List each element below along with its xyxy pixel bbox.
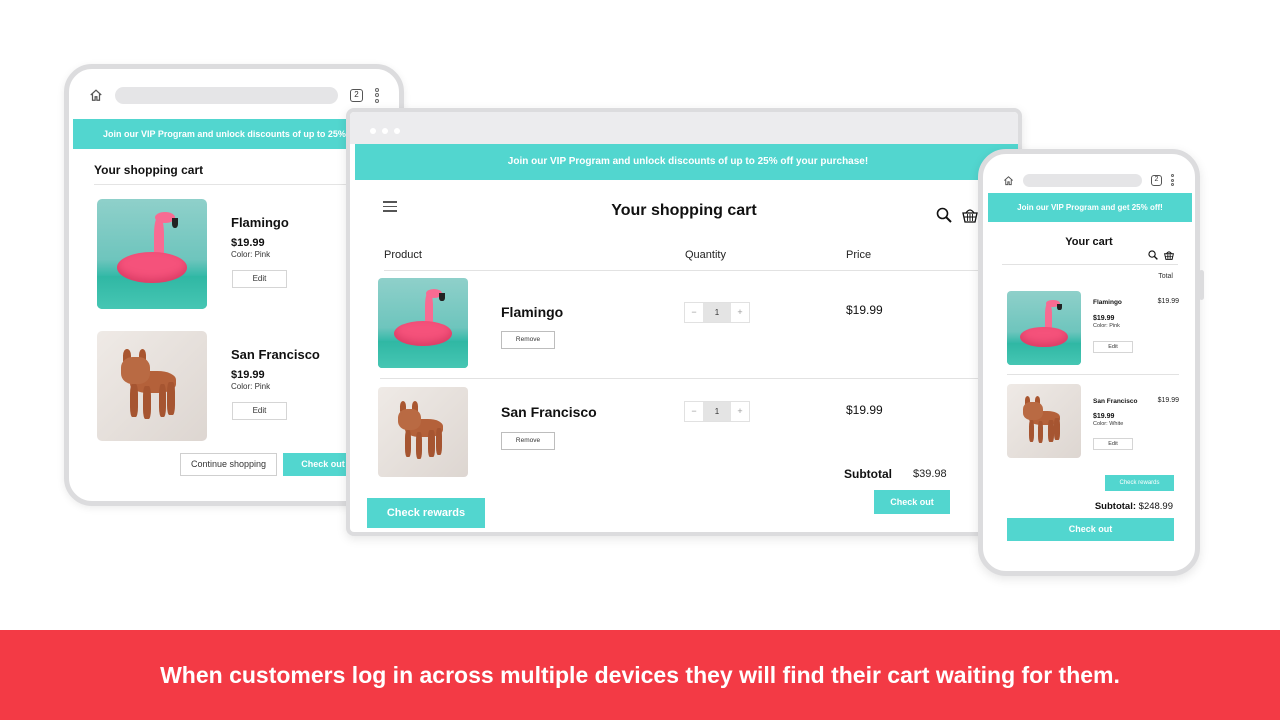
basket-icon[interactable] [1164,250,1174,260]
decrease-quantity-button[interactable]: − [685,303,703,322]
increase-quantity-button[interactable]: + [731,402,749,421]
basket-icon[interactable] [962,207,978,223]
vip-banner: Join our VIP Program and unlock discount… [355,144,1018,180]
cart-row: Flamingo Remove − 1 + $19.99 [378,278,1018,370]
product-color: Color: White [1093,421,1124,427]
cart-item: Flamingo $19.99 $19.99 Color: Pink Edit [1007,291,1179,365]
product-name: San Francisco [231,347,320,362]
edit-button[interactable]: Edit [232,270,287,288]
product-image-flamingo [1007,291,1081,365]
remove-button[interactable]: Remove [501,331,555,349]
line-total: $19.99 [1157,397,1179,404]
quantity-input[interactable]: 1 [703,402,731,421]
divider [380,378,1018,379]
phone-device: 2 Join our VIP Program and get 25% off! … [978,149,1200,576]
checkout-button[interactable]: Check out [1007,518,1174,541]
product-color: Color: Pink [231,382,271,391]
edit-button[interactable]: Edit [1093,341,1133,353]
product-name: San Francisco [1093,398,1138,405]
tabs-count-icon[interactable]: 2 [350,88,363,102]
quantity-input[interactable]: 1 [703,303,731,322]
tabs-count-icon[interactable]: 2 [1151,174,1162,186]
subtotal-value: $248.99 [1138,501,1173,512]
total-column-header: Total [1158,273,1173,280]
checkout-button[interactable]: Check out [874,490,950,514]
product-name: San Francisco [501,404,597,420]
cart-title: Your cart [1065,236,1113,248]
remove-button[interactable]: Remove [501,432,555,450]
phone-url-bar[interactable] [1023,173,1142,187]
search-icon[interactable] [1148,250,1158,260]
subtotal-label: Subtotal: [1094,501,1137,512]
edit-button[interactable]: Edit [232,402,287,420]
edit-button[interactable]: Edit [1093,438,1133,450]
product-color: Color: Pink [1093,323,1120,329]
product-price: $19.99 [846,303,883,317]
product-price: $19.99 [231,369,265,381]
window-dot[interactable] [370,128,376,134]
product-price: $19.99 [1093,413,1115,420]
continue-shopping-button[interactable]: Continue shopping [180,453,277,476]
home-icon[interactable] [89,88,103,102]
caption-banner: When customers log in across multiple de… [0,630,1280,720]
check-rewards-button[interactable]: Check rewards [367,498,485,528]
home-icon[interactable] [1003,175,1014,186]
subtotal: Subtotal: $248.99 [1095,501,1173,512]
product-name: Flamingo [231,215,289,230]
quantity-stepper: − 1 + [684,401,750,422]
check-rewards-button[interactable]: Check rewards [1105,475,1174,491]
product-image-flamingo [97,199,207,309]
divider [1007,374,1179,375]
product-color: Color: Pink [231,250,271,259]
divider [1002,264,1178,265]
cart-row: San Francisco Remove − 1 + $19.99 [378,387,1018,479]
vip-banner: Join our VIP Program and get 25% off! [988,193,1192,222]
product-name: Flamingo [1093,299,1122,306]
tablet-url-bar[interactable] [115,86,338,104]
more-options-icon[interactable] [1171,174,1175,186]
product-price: $19.99 [1093,315,1115,322]
product-image-san-francisco [1007,384,1081,458]
column-header-product: Product [384,249,422,261]
cart-title: Your shopping cart [611,202,757,219]
column-header-price: Price [846,249,872,261]
product-image-flamingo [378,278,468,368]
window-dot[interactable] [382,128,388,134]
stage: 2 Join our VIP Program and unlock discou… [0,0,1280,630]
decrease-quantity-button[interactable]: − [685,402,703,421]
desktop-window: Join our VIP Program and unlock discount… [346,108,1022,536]
line-total: $19.99 [1157,298,1179,305]
product-name: Flamingo [501,304,564,320]
product-price: $19.99 [231,237,265,249]
search-icon[interactable] [936,207,952,223]
more-options-icon[interactable] [375,87,379,103]
subtotal-label: Subtotal [844,467,892,481]
column-header-quantity: Quantity [685,249,726,261]
cart-title: Your shopping cart [94,163,204,177]
phone-side-button [1199,270,1204,300]
cart-item: San Francisco $19.99 $19.99 Color: White… [1007,384,1179,458]
increase-quantity-button[interactable]: + [731,303,749,322]
window-titlebar [350,112,1018,144]
window-controls [370,128,400,134]
product-image-san-francisco [97,331,207,441]
product-image-san-francisco [378,387,468,477]
subtotal-value: $39.98 [913,468,947,480]
divider [384,270,1018,271]
product-price: $19.99 [846,403,883,417]
phone-browser-bar: 2 [983,170,1195,190]
window-dot[interactable] [394,128,400,134]
quantity-stepper: − 1 + [684,302,750,323]
